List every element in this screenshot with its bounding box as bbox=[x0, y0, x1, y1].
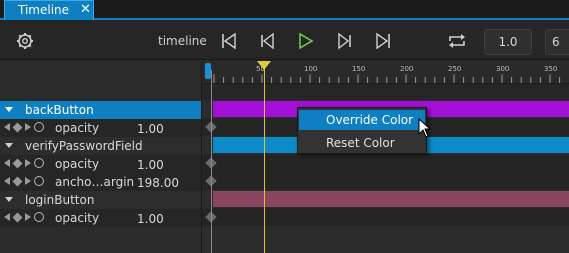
ruler-tick-label: 350 bbox=[544, 65, 557, 73]
property-track[interactable] bbox=[202, 154, 569, 172]
property-value[interactable]: 1.00 bbox=[137, 158, 164, 172]
range-start-handle[interactable] bbox=[205, 63, 211, 79]
skip-to-start-icon[interactable] bbox=[218, 30, 240, 52]
property-name: opacity bbox=[55, 157, 100, 171]
add-keyframe-icon[interactable] bbox=[12, 158, 23, 168]
menu-item-reset-color[interactable]: Reset Color bbox=[299, 133, 425, 153]
property-track[interactable] bbox=[202, 172, 569, 190]
next-keyframe-icon[interactable] bbox=[25, 213, 31, 221]
property-name: opacity bbox=[55, 211, 100, 225]
ruler-tick-label: 250 bbox=[448, 65, 461, 73]
tree-property-row[interactable]: opacity 1.00 bbox=[0, 155, 201, 173]
keyframe-controls bbox=[4, 176, 44, 186]
step-forward-icon[interactable] bbox=[334, 30, 356, 52]
record-toggle-icon[interactable] bbox=[34, 158, 44, 168]
playhead-line bbox=[264, 68, 265, 253]
tree-object-row[interactable]: loginButton bbox=[0, 191, 201, 209]
step-back-icon[interactable] bbox=[256, 30, 278, 52]
property-value[interactable]: 1.00 bbox=[137, 122, 164, 136]
prev-keyframe-icon[interactable] bbox=[4, 213, 10, 221]
tree-property-row[interactable]: opacity 1.00 bbox=[0, 209, 201, 227]
property-track[interactable] bbox=[202, 208, 569, 226]
tree-property-row[interactable]: ancho…argin 198.00 bbox=[0, 173, 201, 191]
menu-item-override-color[interactable]: Override Color bbox=[299, 110, 425, 130]
loop-icon[interactable] bbox=[445, 30, 469, 52]
tab-timeline[interactable]: Timeline ✕ bbox=[4, 0, 94, 20]
tree-object-row[interactable]: verifyPasswordField bbox=[0, 137, 201, 155]
prev-keyframe-icon[interactable] bbox=[4, 159, 10, 167]
context-menu: Override Color Reset Color bbox=[297, 107, 427, 154]
prev-keyframe-icon[interactable] bbox=[4, 123, 10, 131]
object-name: loginButton bbox=[25, 193, 95, 207]
object-track-bar[interactable] bbox=[213, 191, 569, 207]
close-icon[interactable]: ✕ bbox=[80, 2, 91, 18]
keyframe-controls bbox=[4, 212, 44, 222]
add-keyframe-icon[interactable] bbox=[12, 176, 23, 186]
record-toggle-icon[interactable] bbox=[34, 122, 44, 132]
skip-to-end-icon[interactable] bbox=[372, 30, 394, 52]
record-toggle-icon[interactable] bbox=[34, 176, 44, 186]
next-keyframe-icon[interactable] bbox=[25, 159, 31, 167]
ruler-tick-label: 100 bbox=[304, 65, 317, 73]
object-track[interactable] bbox=[202, 190, 569, 208]
ruler-tick-label: 200 bbox=[400, 65, 413, 73]
object-name: verifyPasswordField bbox=[25, 139, 143, 153]
property-name: ancho…argin bbox=[55, 175, 135, 189]
keyframe-controls bbox=[4, 158, 44, 168]
tree-property-row[interactable]: opacity 1.00 bbox=[0, 119, 201, 137]
playback-speed-field[interactable]: 1.0 bbox=[484, 29, 532, 55]
timeline-name: timeline bbox=[158, 34, 207, 48]
expand-caret-icon[interactable] bbox=[5, 107, 13, 112]
prev-keyframe-icon[interactable] bbox=[4, 177, 10, 185]
expand-caret-icon[interactable] bbox=[5, 197, 13, 202]
keyframe-controls bbox=[4, 122, 44, 132]
record-toggle-icon[interactable] bbox=[34, 212, 44, 222]
range-start-line bbox=[211, 70, 212, 253]
tab-label: Timeline bbox=[18, 3, 70, 17]
object-name: backButton bbox=[25, 103, 94, 117]
mouse-cursor-icon bbox=[418, 117, 432, 141]
add-keyframe-icon[interactable] bbox=[12, 122, 23, 132]
expand-caret-icon[interactable] bbox=[5, 143, 13, 148]
property-name: opacity bbox=[55, 121, 100, 135]
end-frame-field[interactable]: 6 bbox=[545, 29, 569, 55]
property-value[interactable]: 1.00 bbox=[137, 212, 164, 226]
next-keyframe-icon[interactable] bbox=[25, 177, 31, 185]
playhead-handle[interactable] bbox=[257, 61, 271, 70]
play-icon[interactable] bbox=[295, 30, 317, 52]
next-keyframe-icon[interactable] bbox=[25, 123, 31, 131]
ruler-tick-label: 150 bbox=[352, 65, 365, 73]
add-keyframe-icon[interactable] bbox=[12, 212, 23, 222]
tree-object-row[interactable]: backButton bbox=[0, 101, 201, 119]
tab-bar: Timeline ✕ bbox=[0, 0, 569, 20]
gear-icon[interactable] bbox=[14, 30, 36, 52]
property-value[interactable]: 198.00 bbox=[137, 176, 179, 190]
ruler-tick-label: 300 bbox=[496, 65, 509, 73]
